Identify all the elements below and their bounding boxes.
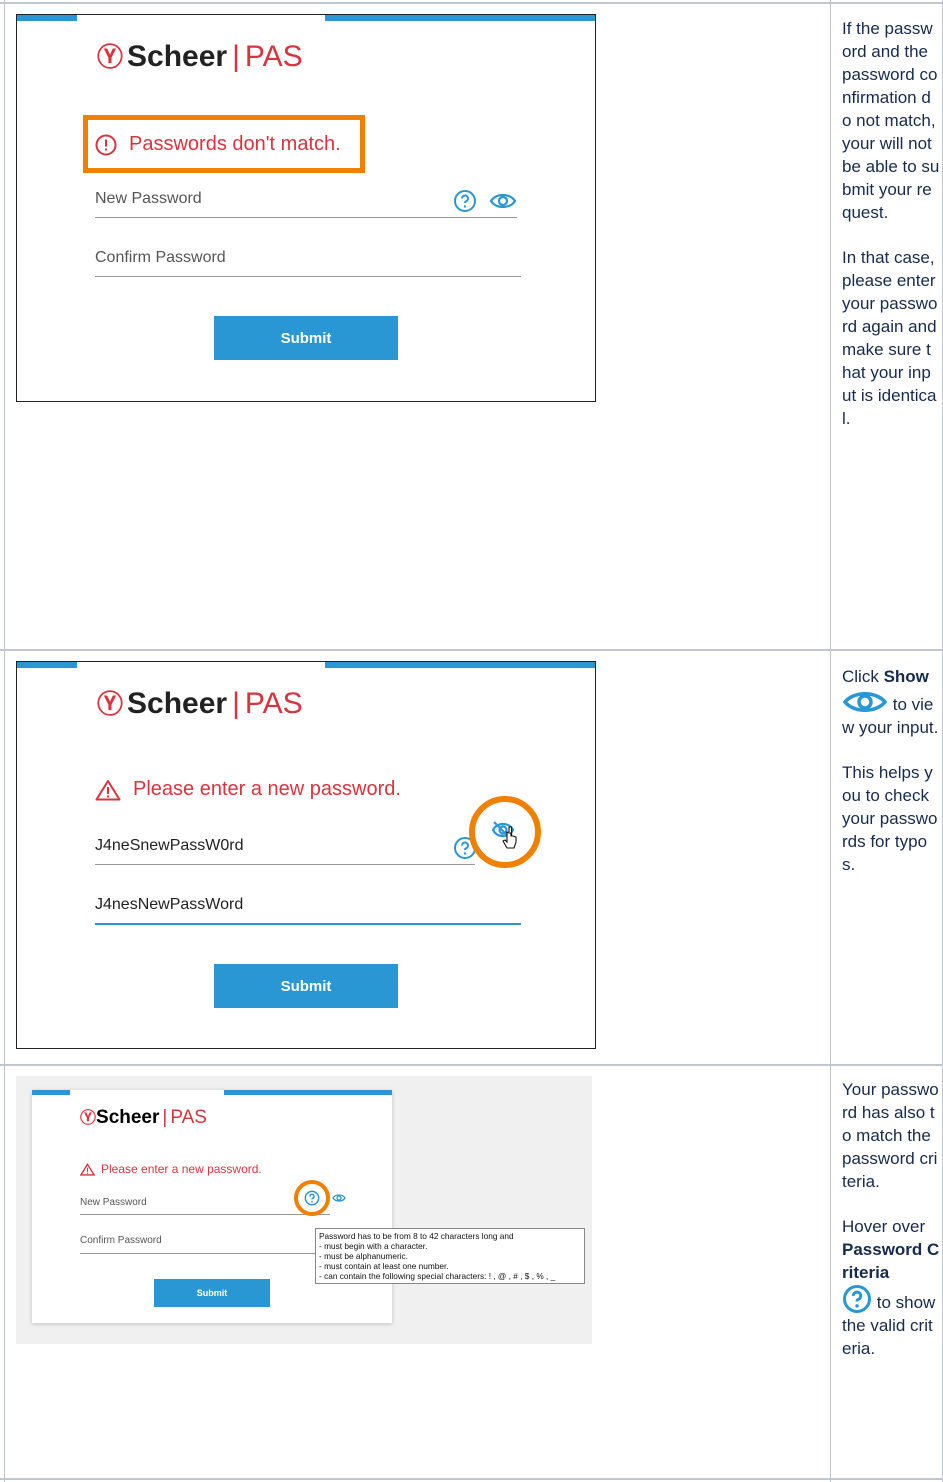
input-underline-active — [95, 923, 521, 925]
error-circle-icon — [95, 134, 117, 155]
password-criteria-screenshot: ⓎScheer | PAS Please enter a new password.… — [16, 1076, 592, 1344]
top-accent-bar — [325, 15, 595, 21]
show-password-eye-icon[interactable] — [332, 1191, 346, 1209]
new-password-input[interactable]: J4neSnewPassW0rd — [95, 837, 244, 855]
warning-message: Please enter a new password. — [95, 778, 401, 801]
scheer-pas-logo: ⓎScheer|PAS — [97, 684, 303, 721]
row3-description: Your password has also to match the pass… — [842, 1080, 940, 1358]
table-border — [830, 0, 831, 1482]
highlight-circle — [294, 1180, 330, 1216]
table-border — [0, 1064, 943, 1066]
top-accent-bar — [325, 662, 595, 668]
input-underline — [80, 1214, 330, 1215]
top-accent-bar — [224, 1090, 392, 1095]
confirm-password-input[interactable]: J4nesNewPassWord — [95, 896, 243, 914]
table-border — [4, 0, 5, 1482]
new-password-input[interactable]: New Password — [95, 190, 202, 208]
password-criteria-icon — [843, 1285, 871, 1313]
input-underline — [95, 864, 475, 865]
show-password-eye-icon[interactable] — [489, 189, 517, 213]
submit-button[interactable]: Submit — [214, 316, 398, 360]
scheer-logo-icon: Ⓨ — [80, 1110, 97, 1127]
submit-button[interactable]: Submit — [214, 964, 398, 1008]
hide-password-eye-icon[interactable] — [481, 808, 529, 856]
input-underline — [80, 1253, 343, 1254]
warning-message: Please enter a new password. — [80, 1162, 262, 1176]
highlight-circle — [469, 796, 541, 868]
input-underline — [95, 217, 517, 218]
scheer-logo-icon: Ⓨ — [97, 42, 124, 72]
error-message: Passwords don't match. — [95, 133, 341, 156]
login-card-criteria: ⓎScheer | PAS Please enter a new password.… — [32, 1090, 392, 1323]
scheer-pas-logo: ⓎScheer|PAS — [97, 37, 303, 74]
login-card-mismatch: Ⓨ Scheer | PAS Passwords don't match. New P… — [16, 14, 596, 402]
new-password-input[interactable]: New Password — [80, 1197, 147, 1208]
show-eye-icon — [842, 692, 888, 712]
password-criteria-icon[interactable] — [304, 1190, 320, 1206]
top-accent-bar — [17, 15, 77, 21]
top-accent-bar — [32, 1090, 70, 1095]
scheer-pas-logo: ⓎScheer|PAS — [80, 1107, 207, 1128]
confirm-password-input[interactable]: Confirm Password — [80, 1235, 162, 1246]
warning-triangle-icon — [80, 1162, 95, 1176]
submit-button[interactable]: Submit — [154, 1279, 270, 1307]
warning-triangle-icon — [95, 779, 121, 800]
input-underline — [95, 276, 521, 277]
login-card-show-password: Ⓨ Scheer | PAS Please enter a new password.… — [16, 661, 596, 1049]
row1-description: If the password and the password confirm… — [842, 19, 940, 428]
password-criteria-icon[interactable] — [453, 189, 477, 213]
confirm-password-input[interactable]: Confirm Password — [95, 249, 226, 267]
scheer-logo-icon: Ⓨ — [97, 689, 124, 719]
password-criteria-tooltip: Password has to be from 8 to 42 characte… — [315, 1228, 585, 1284]
table-border — [0, 2, 943, 4]
top-accent-bar — [17, 662, 77, 668]
table-border — [0, 1478, 943, 1480]
row2-description: Click Show to view your input. This help… — [842, 667, 939, 874]
table-border — [0, 649, 943, 651]
